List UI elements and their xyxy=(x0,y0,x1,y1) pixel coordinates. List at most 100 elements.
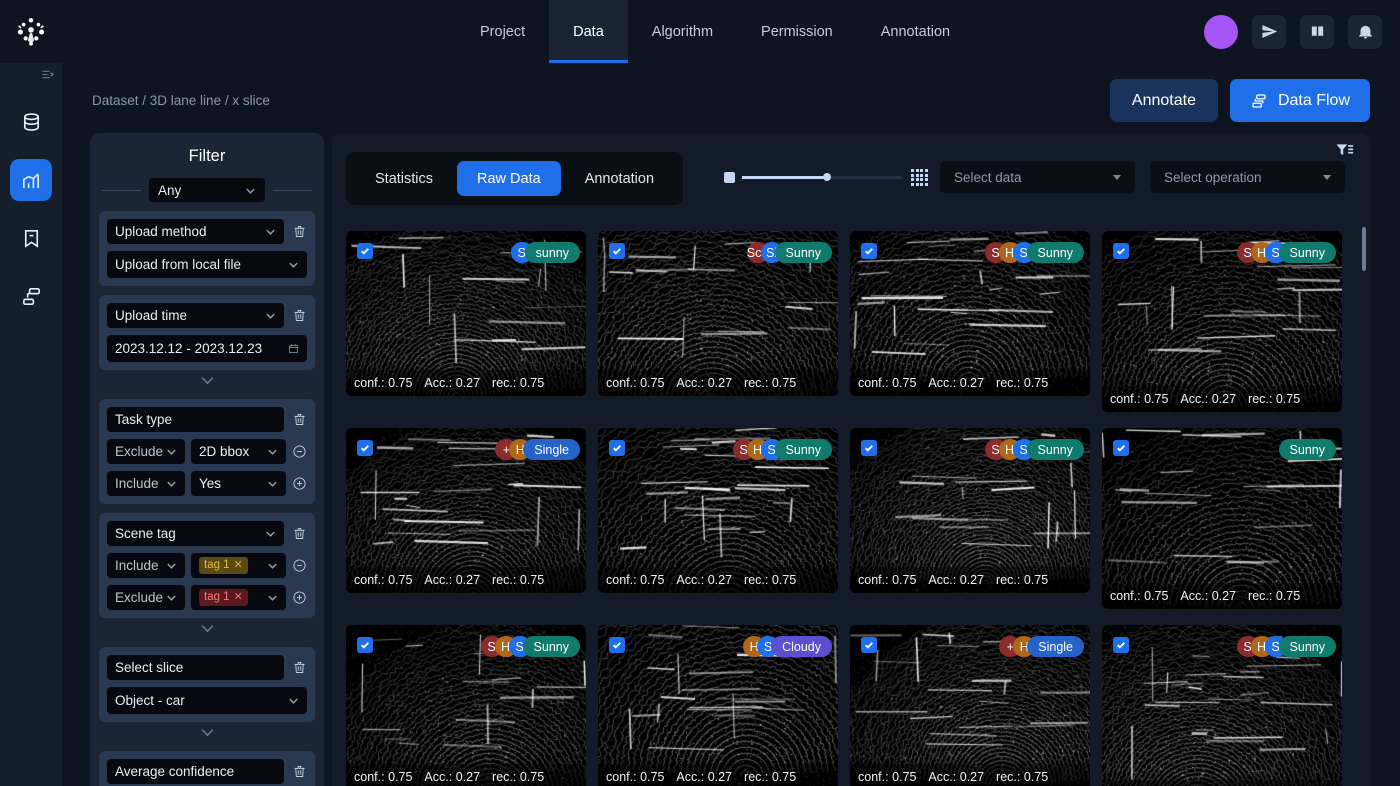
tab-statistics[interactable]: Statistics xyxy=(355,161,453,196)
chevron-down-icon xyxy=(167,449,176,455)
add-condition-icon[interactable] xyxy=(292,590,307,605)
select-data-dropdown[interactable]: Select data xyxy=(940,161,1135,193)
rail-item-bookmark[interactable] xyxy=(10,217,52,259)
card-checkbox[interactable] xyxy=(609,440,625,456)
rail-item-database[interactable] xyxy=(10,101,52,143)
card-badge[interactable]: sunny xyxy=(524,242,580,263)
card-badge[interactable]: Sunny xyxy=(774,439,832,460)
filter-field-select[interactable]: Scene tag xyxy=(107,521,284,546)
tag-value-select[interactable]: tag 1 ✕ xyxy=(191,585,286,610)
card-badge[interactable]: Sunny xyxy=(1278,242,1336,263)
calendar-icon[interactable] xyxy=(288,343,299,354)
card-badge[interactable]: Single xyxy=(523,439,580,460)
slider-track[interactable] xyxy=(742,173,902,182)
tag-value-select[interactable]: tag 1 ✕ xyxy=(191,553,286,578)
condition-operator-select[interactable]: Exclude xyxy=(107,585,185,610)
add-condition-icon[interactable] xyxy=(292,476,307,491)
select-operation-dropdown[interactable]: Select operation xyxy=(1150,161,1345,193)
condition-value-select[interactable]: 2D bbox xyxy=(191,439,286,464)
nav-tab-annotation[interactable]: Annotation xyxy=(857,0,974,63)
grid-view-icon[interactable] xyxy=(911,169,928,186)
avatar[interactable] xyxy=(1204,14,1238,49)
card-badge[interactable]: Sunny xyxy=(522,636,580,657)
card-badge[interactable]: Sunny xyxy=(1026,439,1084,460)
card-size-slider[interactable] xyxy=(724,169,928,186)
annotate-button[interactable]: Annotate xyxy=(1109,79,1218,122)
delete-icon[interactable] xyxy=(292,224,307,239)
filter-field-select[interactable]: Task type xyxy=(107,407,284,432)
data-card[interactable]: SHSSunnyconf.: 0.75Acc.: 0.27rec.: 0.75 xyxy=(850,231,1090,396)
grid-scrollbar-thumb[interactable] xyxy=(1362,227,1366,271)
condition-value-select[interactable]: Yes xyxy=(191,471,286,496)
nav-tab-permission[interactable]: Permission xyxy=(737,0,857,63)
filter-field-select[interactable]: Average confidence xyxy=(107,759,284,784)
tag-chip[interactable]: tag 1 ✕ xyxy=(199,557,248,574)
collapse-panel-button[interactable] xyxy=(0,63,62,85)
filter-field-select[interactable]: Upload method xyxy=(107,219,284,244)
data-card[interactable]: + H Single conf.: 0.75 Acc.: 0.27 rec.: 0.75 xyxy=(850,625,1090,786)
card-checkbox[interactable] xyxy=(861,243,877,259)
nav-tab-project[interactable]: Project xyxy=(456,0,549,63)
card-checkbox[interactable] xyxy=(609,637,625,653)
data-card[interactable]: Ssunny conf.: 0.75 Acc.: 0.27 rec.: 0.75 xyxy=(346,231,586,396)
grid-scrollbar[interactable] xyxy=(1362,227,1366,772)
bell-icon-button[interactable] xyxy=(1348,14,1382,49)
delete-icon[interactable] xyxy=(292,660,307,675)
app-logo[interactable] xyxy=(0,0,62,63)
card-checkbox[interactable] xyxy=(1113,440,1129,456)
match-mode-select[interactable]: Any xyxy=(149,178,265,202)
send-icon-button[interactable] xyxy=(1252,14,1286,49)
nav-tab-algorithm[interactable]: Algorithm xyxy=(628,0,737,63)
card-checkbox[interactable] xyxy=(357,440,373,456)
slider-knob[interactable] xyxy=(823,173,831,182)
tab-raw-data[interactable]: Raw Data xyxy=(457,161,561,196)
filter-field-select[interactable]: Select slice xyxy=(107,655,284,680)
card-checkbox[interactable] xyxy=(1113,243,1129,259)
rail-item-flow[interactable] xyxy=(10,275,52,317)
nav-tab-data[interactable]: Data xyxy=(549,0,628,63)
card-checkbox[interactable] xyxy=(357,637,373,653)
data-card[interactable]: + H Single conf.: 0.75 Acc.: 0.27 rec.: 0.75 xyxy=(346,428,586,593)
data-card[interactable]: SHSSunnyconf.: 0.75Acc.: 0.27rec.: 0.75 xyxy=(346,625,586,786)
data-card[interactable]: H S Cloudy conf.: 0.75 Acc.: 0.27 rec.: 0.75 xyxy=(598,625,838,786)
card-checkbox[interactable] xyxy=(357,243,373,259)
remove-condition-icon[interactable] xyxy=(292,444,307,459)
card-checkbox[interactable] xyxy=(861,637,877,653)
delete-icon[interactable] xyxy=(292,764,307,779)
tag-remove-icon[interactable]: ✕ xyxy=(234,590,243,605)
filter-list-button[interactable] xyxy=(1334,141,1354,161)
filter-value-select[interactable]: Object - car xyxy=(107,687,307,714)
tab-annotation[interactable]: Annotation xyxy=(565,161,674,196)
book-icon-button[interactable] xyxy=(1300,14,1334,49)
data-card[interactable]: SHSSunnyconf.: 0.75Acc.: 0.27rec.: 0.75 xyxy=(598,428,838,593)
condition-operator-select[interactable]: Include xyxy=(107,471,185,496)
filter-field-select[interactable]: Upload time xyxy=(107,303,284,328)
delete-icon[interactable] xyxy=(292,412,307,427)
data-card[interactable]: SHSSunnyconf.: 0.75Acc.: 0.27rec.: 0.75 xyxy=(850,428,1090,593)
filter-date-range[interactable]: 2023.12.12 - 2023.12.23 xyxy=(107,335,307,362)
card-checkbox[interactable] xyxy=(1113,637,1129,653)
remove-condition-icon[interactable] xyxy=(292,558,307,573)
data-card[interactable]: Sunny conf.: 0.75 Acc.: 0.27 rec.: 0.75 xyxy=(1102,428,1342,609)
data-flow-button[interactable]: Data Flow xyxy=(1229,79,1370,122)
card-badge[interactable]: Single xyxy=(1027,636,1084,657)
card-badge[interactable]: Sunny xyxy=(1026,242,1084,263)
tag-chip[interactable]: tag 1 ✕ xyxy=(199,589,248,606)
filter-value-select[interactable]: Upload from local file xyxy=(107,251,307,278)
card-badge[interactable]: Cloudy xyxy=(771,636,832,657)
card-badge[interactable]: Sunny xyxy=(1278,636,1336,657)
data-card[interactable]: SHSSunnyconf.: 0.75Acc.: 0.27rec.: 0.75 xyxy=(1102,625,1342,786)
tag-remove-icon[interactable]: ✕ xyxy=(234,558,243,573)
data-card[interactable]: Sce Si Sunny conf.: 0.75 Acc.: 0.27 rec.: 0.7… xyxy=(598,231,838,396)
delete-icon[interactable] xyxy=(292,308,307,323)
card-badge[interactable]: Sunny xyxy=(1278,439,1336,460)
delete-icon[interactable] xyxy=(292,526,307,541)
condition-operator-select[interactable]: Exclude xyxy=(107,439,185,464)
breadcrumb[interactable]: Dataset / 3D lane line / x slice xyxy=(92,93,270,108)
card-badge[interactable]: Sunny xyxy=(774,242,832,263)
data-card[interactable]: SHSSunnyconf.: 0.75Acc.: 0.27rec.: 0.75 xyxy=(1102,231,1342,412)
card-checkbox[interactable] xyxy=(609,243,625,259)
condition-operator-select[interactable]: Include xyxy=(107,553,185,578)
card-checkbox[interactable] xyxy=(861,440,877,456)
rail-item-analytics[interactable] xyxy=(10,159,52,201)
